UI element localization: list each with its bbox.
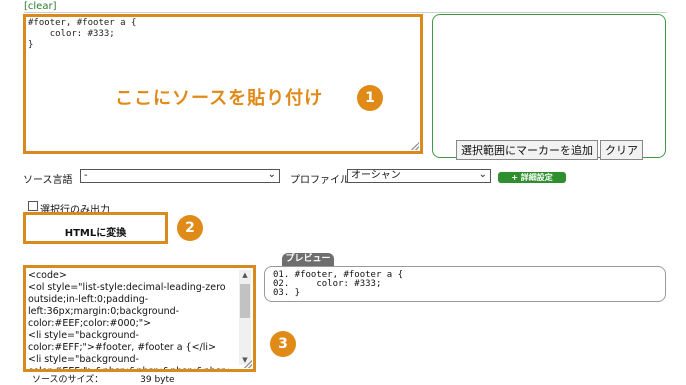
step-badge-3: 3 bbox=[270, 331, 296, 357]
resize-grip-icon[interactable] bbox=[244, 360, 252, 368]
selected-only-checkbox[interactable] bbox=[28, 201, 38, 211]
source-lang-value: - bbox=[84, 170, 88, 181]
scroll-thumb[interactable] bbox=[240, 284, 250, 318]
top-divider bbox=[24, 12, 667, 13]
paste-hint: ここにソースを貼り付け bbox=[115, 88, 324, 109]
source-size-label: ソースのサイズ： bbox=[32, 375, 104, 385]
source-size-value: 39 byte bbox=[140, 375, 175, 385]
marker-panel bbox=[432, 14, 666, 158]
profile-value: オーシャン bbox=[351, 170, 401, 181]
resize-grip-icon[interactable] bbox=[411, 142, 419, 150]
profile-select[interactable]: オーシャン ⌄ bbox=[347, 169, 491, 183]
detail-settings-button[interactable]: + 詳細設定 bbox=[498, 172, 566, 183]
clear-link[interactable]: [clear] bbox=[24, 1, 56, 12]
step-badge-1: 1 bbox=[357, 85, 383, 111]
step-badge-2: 2 bbox=[177, 215, 203, 241]
source-lang-label: ソース言語 bbox=[23, 175, 73, 186]
chevron-down-icon: ⌄ bbox=[267, 169, 276, 180]
convert-button[interactable]: HTMLに変換 bbox=[23, 212, 168, 244]
source-lang-select[interactable]: - ⌄ bbox=[80, 169, 280, 183]
add-marker-button[interactable]: 選択範囲にマーカーを追加 bbox=[456, 140, 598, 160]
profile-label: プロファイル bbox=[290, 175, 350, 186]
html-output-text: <code> <ol style="list-style:decimal-lea… bbox=[28, 270, 230, 372]
output-scrollbar[interactable]: ▲ ▼ bbox=[239, 270, 251, 365]
marker-clear-button[interactable]: クリア bbox=[600, 140, 643, 160]
preview-panel: 01. #footer, #footer a { 02. color: #333… bbox=[264, 266, 666, 302]
preview-tab: プレビュー bbox=[282, 253, 334, 266]
chevron-down-icon: ⌄ bbox=[478, 169, 487, 180]
scroll-up-icon[interactable]: ▲ bbox=[239, 270, 251, 280]
convert-label: HTMLに変換 bbox=[64, 228, 127, 239]
html-output-textarea[interactable]: <code> <ol style="list-style:decimal-lea… bbox=[23, 265, 256, 372]
preview-line: 03. } bbox=[273, 288, 301, 298]
